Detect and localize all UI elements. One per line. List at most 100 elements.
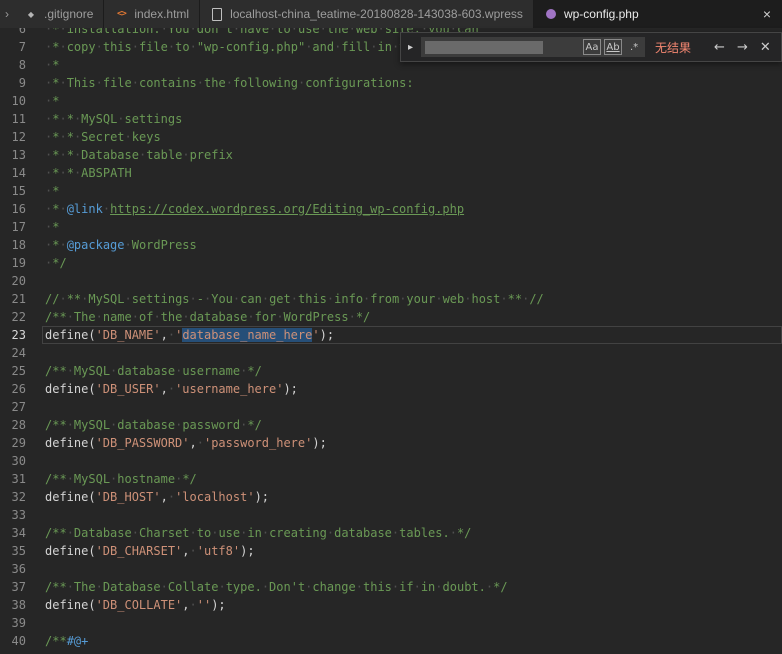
- code-line[interactable]: 13 ·*·*·Database·table·prefix: [0, 146, 782, 164]
- tab-wpress-file[interactable]: localhost-china_teatime-20180828-143038-…: [200, 0, 534, 28]
- code-text: /**#@+: [45, 634, 89, 648]
- line-number: 36: [11, 562, 26, 576]
- html-icon: <>: [114, 7, 128, 21]
- code-line[interactable]: 19 ·*/: [0, 254, 782, 272]
- line-number: 20: [11, 274, 26, 288]
- code-line[interactable]: 25 /**·MySQL·database·username·*/: [0, 362, 782, 380]
- code-line-current[interactable]: 23 define('DB_NAME',·'database_name_here'…: [0, 326, 782, 344]
- code-line[interactable]: 22 /**·The·name·of·the·database·for·WordP…: [0, 308, 782, 326]
- code-text: ·*: [45, 94, 60, 108]
- line-number: 37: [11, 580, 26, 594]
- line-number: 27: [11, 400, 26, 414]
- match-case-toggle[interactable]: Aa: [583, 39, 602, 55]
- code-text: define('DB_PASSWORD',·'password_here');: [45, 436, 327, 450]
- line-number: 34: [11, 526, 26, 540]
- code-line[interactable]: 27: [0, 398, 782, 416]
- line-number: 19: [11, 256, 26, 270]
- line-number: 28: [11, 418, 26, 432]
- line-number: 39: [11, 616, 26, 630]
- line-number: 15: [11, 184, 26, 198]
- code-line[interactable]: 38 define('DB_COLLATE',·'');: [0, 596, 782, 614]
- code-line[interactable]: 37 /**·The·Database·Collate·type.·Don't·c…: [0, 578, 782, 596]
- code-text: /**·The·name·of·the·database·for·WordPre…: [45, 310, 371, 324]
- code-line[interactable]: 29 define('DB_PASSWORD',·'password_here')…: [0, 434, 782, 452]
- code-text: ·*·This·file·contains·the·following·conf…: [45, 76, 414, 90]
- line-number: 40: [11, 634, 26, 648]
- code-text: /**·Database·Charset·to·use·in·creating·…: [45, 526, 472, 540]
- tab-label: localhost-china_teatime-20180828-143038-…: [230, 7, 523, 21]
- line-number: 16: [11, 202, 26, 216]
- code-line[interactable]: 14 ·*·*·ABSPATH: [0, 164, 782, 182]
- find-next-button[interactable]: →: [734, 40, 751, 55]
- code-line[interactable]: 20: [0, 272, 782, 290]
- file-icon: [210, 7, 224, 21]
- line-number: 33: [11, 508, 26, 522]
- line-number: 13: [11, 148, 26, 162]
- tab-index-html[interactable]: <> index.html: [104, 0, 201, 28]
- code-line[interactable]: 16 ·*·@link·https://codex.wordpress.org/E…: [0, 200, 782, 218]
- find-input[interactable]: Aa Ab .*: [421, 37, 646, 57]
- code-line[interactable]: 10 ·*: [0, 92, 782, 110]
- code-text: //·**·MySQL·settings·-·You·can·get·this·…: [45, 292, 544, 306]
- line-number: 32: [11, 490, 26, 504]
- code-line[interactable]: 12 ·*·*·Secret·keys: [0, 128, 782, 146]
- line-number: 30: [11, 454, 26, 468]
- html-icon-glyph: <>: [116, 9, 127, 19]
- tab-label: .gitignore: [44, 7, 94, 21]
- code-line[interactable]: 32 define('DB_HOST',·'localhost');: [0, 488, 782, 506]
- line-number: 29: [11, 436, 26, 450]
- code-line[interactable]: 24: [0, 344, 782, 362]
- code-line[interactable]: 18 ·*·@package·WordPress: [0, 236, 782, 254]
- code-line[interactable]: 28 /**·MySQL·database·password·*/: [0, 416, 782, 434]
- tab-gitignore[interactable]: ◆ .gitignore: [14, 0, 105, 28]
- find-results-label: 无结果: [655, 40, 692, 55]
- line-number: 17: [11, 220, 26, 234]
- code-line[interactable]: 21 //·**·MySQL·settings·-·You·can·get·thi…: [0, 290, 782, 308]
- code-lines: 6 ·*·installation.·You·don't·have·to·use·…: [0, 20, 782, 650]
- tab-overflow-chevron[interactable]: ›: [0, 0, 14, 28]
- whole-word-toggle[interactable]: Ab: [604, 39, 623, 55]
- code-line[interactable]: 33: [0, 506, 782, 524]
- line-number: 18: [11, 238, 26, 252]
- code-line[interactable]: 9 ·*·This·file·contains·the·following·con…: [0, 74, 782, 92]
- find-query-selection-block: [425, 40, 544, 54]
- code-text: /**·MySQL·database·username·*/: [45, 364, 262, 378]
- code-text: /**·MySQL·hostname·*/: [45, 472, 197, 486]
- line-number: 12: [11, 130, 26, 144]
- code-text: ·*·@link·https://codex.wordpress.org/Edi…: [45, 202, 465, 216]
- regex-toggle[interactable]: .*: [625, 39, 643, 55]
- code-line[interactable]: 26 define('DB_USER',·'username_here');: [0, 380, 782, 398]
- find-previous-button[interactable]: ←: [711, 40, 728, 55]
- line-number: 9: [18, 76, 26, 90]
- code-line[interactable]: 39: [0, 614, 782, 632]
- find-close-icon[interactable]: ✕: [757, 40, 774, 55]
- code-line[interactable]: 35 define('DB_CHARSET',·'utf8');: [0, 542, 782, 560]
- tab-wp-config-php[interactable]: wp-config.php ×: [533, 0, 782, 28]
- line-number: 7: [18, 40, 26, 54]
- tab-bar: › ◆ .gitignore <> index.html localhost-c…: [0, 0, 782, 28]
- line-number: 23: [11, 328, 26, 342]
- code-text: /**·The·Database·Collate·type.·Don't·cha…: [45, 580, 508, 594]
- tab-label: index.html: [134, 7, 190, 21]
- code-line[interactable]: 11 ·*·*·MySQL·settings: [0, 110, 782, 128]
- tab-close-icon[interactable]: ×: [760, 6, 774, 22]
- code-line[interactable]: 30: [0, 452, 782, 470]
- code-line[interactable]: 40 /**#@+: [0, 632, 782, 650]
- code-line[interactable]: 31 /**·MySQL·hostname·*/: [0, 470, 782, 488]
- code-line[interactable]: 34 /**·Database·Charset·to·use·in·creatin…: [0, 524, 782, 542]
- code-line[interactable]: 36: [0, 560, 782, 578]
- find-widget: ▸ Aa Ab .* 无结果 ← → ✕: [400, 32, 782, 62]
- code-text: ·*·@package·WordPress: [45, 238, 197, 252]
- code-text: ·*: [45, 220, 60, 234]
- find-replace-expand-icon[interactable]: ▸: [406, 42, 415, 53]
- code-line[interactable]: 15 ·*: [0, 182, 782, 200]
- code-line[interactable]: 17 ·*: [0, 218, 782, 236]
- php-icon: [544, 7, 558, 21]
- code-text: ·*: [45, 184, 60, 198]
